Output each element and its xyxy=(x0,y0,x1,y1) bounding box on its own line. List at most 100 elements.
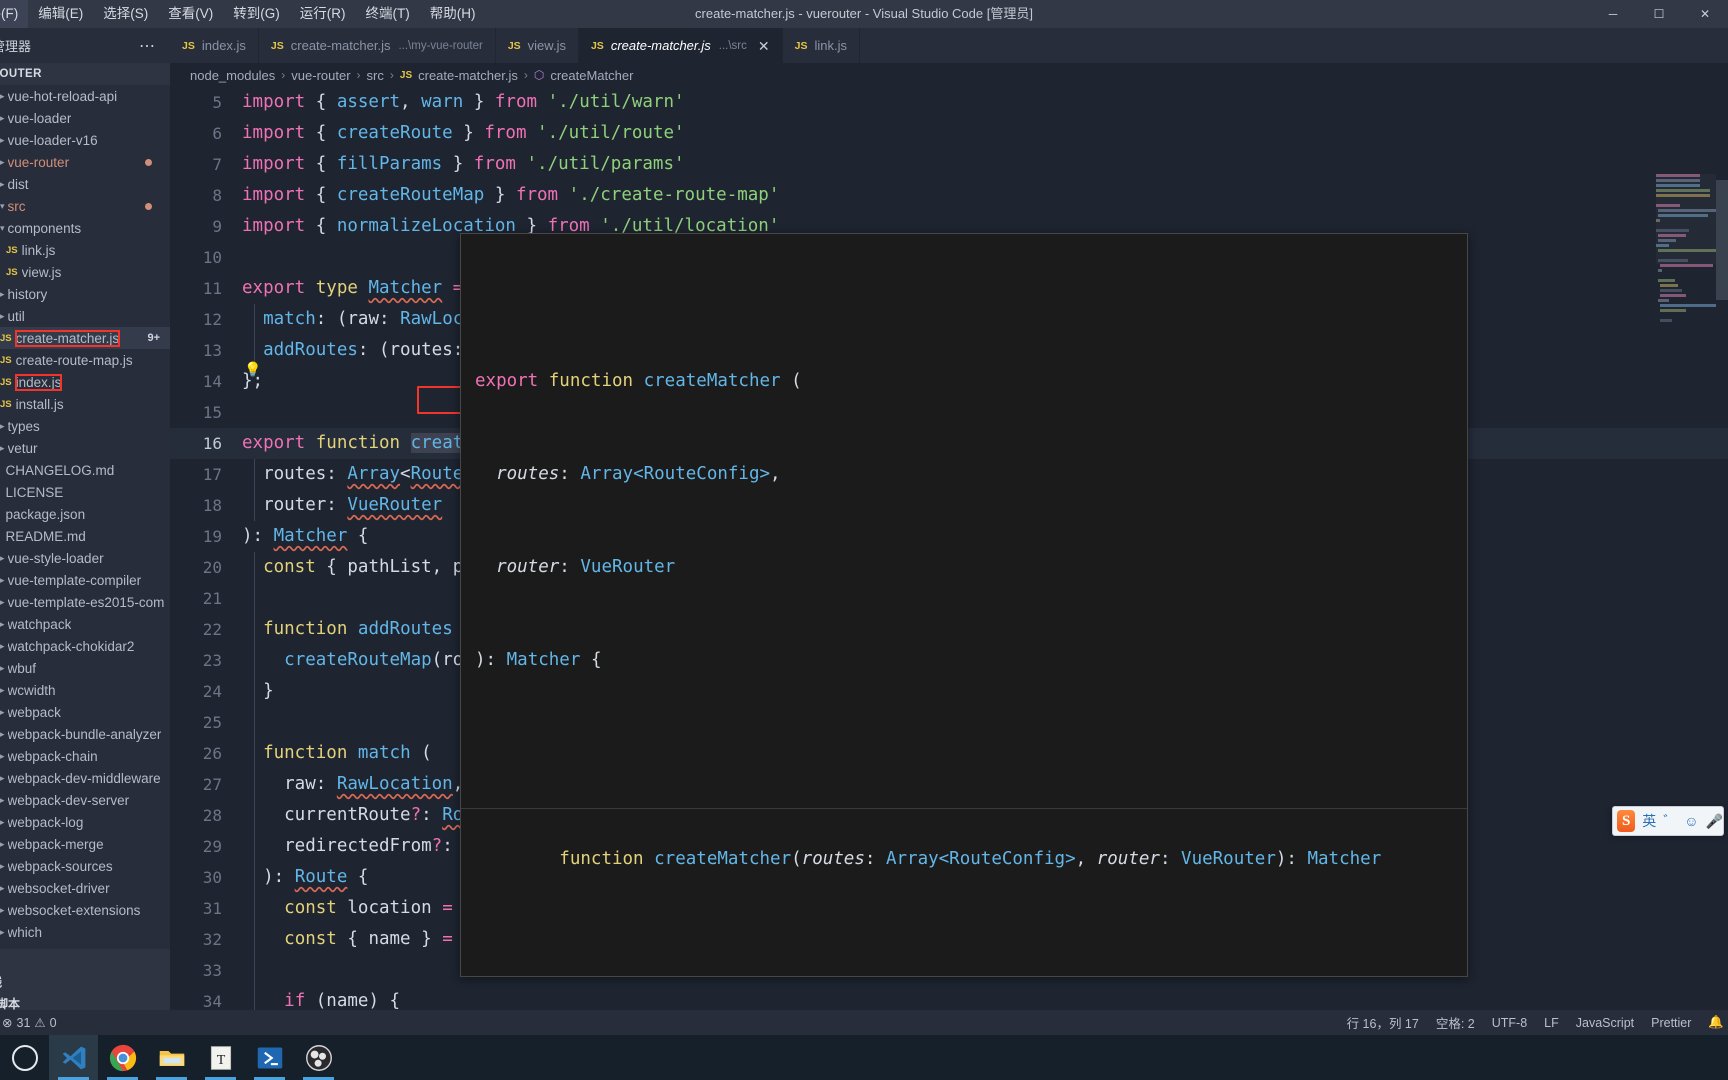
menu-item-select[interactable]: 选择(S) xyxy=(93,0,158,28)
file-tree-item-install.js[interactable]: JS install.js xyxy=(0,393,170,415)
menu-item-help[interactable]: 帮助(H) xyxy=(420,0,486,28)
file-tree-item-vue-router[interactable]: ▸ vue-router xyxy=(0,151,170,173)
file-tree-item-components[interactable]: ▾ components xyxy=(0,217,170,239)
sogou-logo-icon[interactable]: S xyxy=(1617,810,1636,832)
chevron-right-icon[interactable]: ▸ xyxy=(0,311,5,322)
file-tree-item-util[interactable]: ▸ util xyxy=(0,305,170,327)
ime-mic-icon[interactable]: 🎤 xyxy=(1706,813,1723,830)
file-tree-item-vue-hot-reload-api[interactable]: ▸ vue-hot-reload-api xyxy=(0,85,170,107)
file-tree-item-src[interactable]: ▾ src xyxy=(0,195,170,217)
indentation[interactable]: 空格: 2 xyxy=(1436,1013,1475,1032)
scrollbar-thumb[interactable] xyxy=(1716,180,1728,300)
chevron-right-icon[interactable]: ▸ xyxy=(0,91,5,102)
file-tree-item-wbuf[interactable]: ▸ wbuf xyxy=(0,657,170,679)
menu-item-view[interactable]: 查看(V) xyxy=(158,0,223,28)
chevron-right-icon[interactable]: ▸ xyxy=(0,685,5,696)
problems-indicator[interactable]: ⊗ 31 ⚠ 0 xyxy=(2,1015,57,1031)
chevron-right-icon[interactable]: ▸ xyxy=(0,773,5,784)
chevron-right-icon[interactable]: ▸ xyxy=(0,597,5,608)
menu-item-terminal[interactable]: 终端(T) xyxy=(356,0,420,28)
lightbulb-icon[interactable]: 💡 xyxy=(244,361,261,378)
file-explorer-taskbar-icon[interactable] xyxy=(147,1035,196,1080)
chevron-right-icon[interactable]: ▸ xyxy=(0,883,5,894)
file-tree-item-vue-loader-v16[interactable]: ▸ vue-loader-v16 xyxy=(0,129,170,151)
file-tree-item-dist[interactable]: ▸ dist xyxy=(0,173,170,195)
file-tree-item-create-matcher.js[interactable]: JS create-matcher.js 9+ xyxy=(0,327,170,349)
breadcrumb-part-node-modules[interactable]: node_modules xyxy=(190,68,275,83)
chevron-right-icon[interactable]: ▸ xyxy=(0,157,5,168)
chevron-right-icon[interactable]: ▸ xyxy=(0,663,5,674)
file-tree-item-which[interactable]: ▸ which xyxy=(0,921,170,943)
menu-item-file[interactable]: 文件(F) xyxy=(0,0,29,28)
file-tree-item-webpack-chain[interactable]: ▸ webpack-chain xyxy=(0,745,170,767)
language-mode[interactable]: JavaScript xyxy=(1576,1016,1634,1030)
chevron-right-icon[interactable]: ▸ xyxy=(0,839,5,850)
file-tree-item-readme.md[interactable]: README.md xyxy=(0,525,170,547)
notifications-bell-icon[interactable]: 🔔 xyxy=(1708,1015,1724,1030)
file-tree-item-vue-style-loader[interactable]: ▸ vue-style-loader xyxy=(0,547,170,569)
cursor-position[interactable]: 行 16，列 17 xyxy=(1347,1013,1419,1032)
file-tree-item-vue-template-es2015-compil...[interactable]: ▸vue-template-es2015-compil... xyxy=(0,591,170,613)
tab-close-icon[interactable]: ✕ xyxy=(758,39,770,53)
file-tree-item-changelog.md[interactable]: CHANGELOG.md xyxy=(0,459,170,481)
encoding[interactable]: UTF-8 xyxy=(1492,1016,1527,1030)
chevron-right-icon[interactable]: ▸ xyxy=(0,641,5,652)
file-tree-item-package.json[interactable]: package.json xyxy=(0,503,170,525)
file-tree-item-vetur[interactable]: ▸ vetur xyxy=(0,437,170,459)
explorer-section-timeline[interactable]: 时间线 xyxy=(0,971,170,993)
chevron-right-icon[interactable]: ▸ xyxy=(0,817,5,828)
file-tree-item-watchpack-chokidar2[interactable]: ▸ watchpack-chokidar2 xyxy=(0,635,170,657)
chevron-right-icon[interactable]: ▸ xyxy=(0,113,5,124)
code-line[interactable]: 5 import { assert, warn } from './util/wa… xyxy=(170,87,1728,118)
minimize-button[interactable]: ─ xyxy=(1590,0,1636,28)
chevron-right-icon[interactable]: ▸ xyxy=(0,421,5,432)
obs-taskbar-icon[interactable] xyxy=(294,1035,343,1080)
chevron-right-icon[interactable]: ▸ xyxy=(0,135,5,146)
chevron-right-icon[interactable]: ▸ xyxy=(0,751,5,762)
code-line[interactable]: 8 import { createRouteMap } from './creat… xyxy=(170,180,1728,211)
cortana-button[interactable] xyxy=(0,1035,49,1080)
code-line[interactable]: 6 import { createRoute } from './util/rou… xyxy=(170,118,1728,149)
file-tree-item-websocket-extensions[interactable]: ▸ websocket-extensions xyxy=(0,899,170,921)
file-tree-item-websocket-driver[interactable]: ▸ websocket-driver xyxy=(0,877,170,899)
minimap[interactable] xyxy=(1656,174,1716,534)
breadcrumb-part-file[interactable]: create-matcher.js xyxy=(418,68,518,83)
file-tree-item-types[interactable]: ▸ types xyxy=(0,415,170,437)
menu-item-goto[interactable]: 转到(G) xyxy=(223,0,290,28)
ime-mode-label[interactable]: 英 xyxy=(1642,811,1656,831)
chevron-right-icon[interactable]: ▸ xyxy=(0,619,5,630)
chevron-down-icon[interactable]: ▾ xyxy=(0,201,5,212)
code-editor[interactable]: 5 import { assert, warn } from './util/wa… xyxy=(170,87,1728,1015)
file-tree-item-webpack-merge[interactable]: ▸ webpack-merge xyxy=(0,833,170,855)
tab-create-matcher-js-3[interactable]: JS create-matcher.js ...\src ✕ xyxy=(578,28,783,63)
file-tree-item-view.js[interactable]: JS view.js xyxy=(0,261,170,283)
file-tree-item-wcwidth[interactable]: ▸ wcwidth xyxy=(0,679,170,701)
chevron-right-icon[interactable]: ▸ xyxy=(0,861,5,872)
chevron-right-icon[interactable]: ▸ xyxy=(0,927,5,938)
file-tree-item-webpack-log[interactable]: ▸ webpack-log xyxy=(0,811,170,833)
chevron-right-icon[interactable]: ▸ xyxy=(0,795,5,806)
powershell-taskbar-icon[interactable] xyxy=(245,1035,294,1080)
file-tree-item-history[interactable]: ▸ history xyxy=(0,283,170,305)
file-tree-item-create-route-map.js[interactable]: JS create-route-map.js xyxy=(0,349,170,371)
file-tree-item-index.js[interactable]: JS index.js xyxy=(0,371,170,393)
sogou-ime-bar[interactable]: S 英 ゛ ☺ 🎤 xyxy=(1612,806,1724,836)
breadcrumb-part-symbol[interactable]: createMatcher xyxy=(550,68,633,83)
chevron-right-icon[interactable]: ▸ xyxy=(0,575,5,586)
chevron-right-icon[interactable]: ▸ xyxy=(0,289,5,300)
chevron-right-icon[interactable]: ▸ xyxy=(0,707,5,718)
code-line[interactable]: 7 import { fillParams } from './util/para… xyxy=(170,149,1728,180)
tab-index-js[interactable]: JS index.js xyxy=(170,28,259,63)
ime-emoji-icon[interactable]: ☺ xyxy=(1684,813,1698,829)
vscode-taskbar-icon[interactable] xyxy=(49,1035,98,1080)
file-tree-item-link.js[interactable]: JS link.js xyxy=(0,239,170,261)
tab-link-js[interactable]: JS link.js xyxy=(782,28,860,63)
file-tree-item-vue-loader[interactable]: ▸ vue-loader xyxy=(0,107,170,129)
file-tree-item-webpack-sources[interactable]: ▸ webpack-sources xyxy=(0,855,170,877)
chevron-right-icon[interactable]: ▸ xyxy=(0,443,5,454)
menu-item-run[interactable]: 运行(R) xyxy=(290,0,356,28)
more-actions-icon[interactable]: ⋯ xyxy=(139,36,156,56)
file-tree-item-webpack-dev-middleware[interactable]: ▸ webpack-dev-middleware xyxy=(0,767,170,789)
file-tree-item-webpack-bundle-analyzer[interactable]: ▸ webpack-bundle-analyzer xyxy=(0,723,170,745)
file-tree-item-license[interactable]: LICENSE xyxy=(0,481,170,503)
